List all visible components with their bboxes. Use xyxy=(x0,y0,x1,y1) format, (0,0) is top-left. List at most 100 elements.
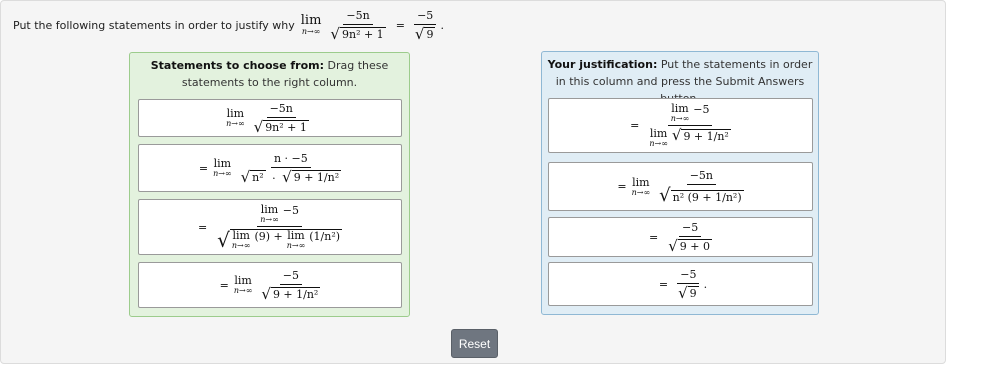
lim-subscript: n→∞ xyxy=(213,169,232,178)
sqrt: √ n² xyxy=(240,167,266,186)
sqrt: √ n² (9 + 1/n²) xyxy=(659,184,744,206)
fraction-numerator: −5 xyxy=(414,9,437,25)
equals-sign: = xyxy=(649,230,659,244)
statements-source-column[interactable]: Statements to choose from: Drag these st… xyxy=(129,52,410,317)
lim-subscript: n→∞ xyxy=(670,114,690,123)
fraction-numerator: −5n xyxy=(686,169,717,185)
lim-word: lim xyxy=(213,157,232,170)
card-fraction: −5n √ 9n² + 1 xyxy=(251,102,312,135)
radical-icon: √ xyxy=(330,24,340,43)
fraction-numerator: n · −5 xyxy=(270,152,311,168)
sqrt: √ 9 xyxy=(678,285,699,301)
fraction-denominator: √ n² · √ 9 + 1/n² xyxy=(238,168,345,185)
fraction-denominator: √ lim n→∞ (9) + lim n→∞ (1/n²) xyxy=(214,227,345,250)
sqrt: √ 9 + 0 xyxy=(668,236,712,255)
period: . xyxy=(703,277,708,291)
radical-icon: √ xyxy=(668,236,678,255)
sqrt: √ 9 + 1/n² xyxy=(282,169,342,185)
radicand: 9 + 1/n² xyxy=(681,128,731,143)
radicand: 9 + 1/n² xyxy=(270,287,321,302)
statement-card[interactable]: = lim n→∞ −5 lim n→∞ √ 9 + 1/n² xyxy=(548,98,813,153)
heading-bold: Your justification: xyxy=(547,58,658,71)
lim-subscript: n→∞ xyxy=(286,241,306,250)
sqrt: √ 9 + 1/n² xyxy=(672,128,731,143)
card-limit: lim n→∞ xyxy=(632,177,651,197)
fraction-numerator: lim n→∞ −5 xyxy=(257,204,302,227)
card-fraction: n · −5 √ n² · √ 9 + 1/n² xyxy=(238,152,345,185)
statement-card[interactable]: = lim n→∞ −5 √ 9 + 1/n² xyxy=(138,262,402,308)
equals-sign: = xyxy=(658,277,669,291)
heading-bold: Statements to choose from: xyxy=(150,59,325,72)
fraction-numerator: −5n xyxy=(343,9,373,25)
fraction-numerator: −5 xyxy=(677,268,700,284)
radical-icon: √ xyxy=(261,284,271,303)
statement-card[interactable]: = lim n→∞ −5 √ lim n→∞ (9) + lim n→∞ (1/n²) xyxy=(138,199,402,255)
radical-icon: √ xyxy=(414,24,425,43)
card-fraction: −5 √ 9 xyxy=(675,268,702,301)
statement-card[interactable]: = −5 √ 9 + 0 xyxy=(548,217,813,257)
card-fraction: −5 √ 9 + 0 xyxy=(665,221,715,254)
radicand: lim n→∞ (9) + lim n→∞ (1/n²) xyxy=(229,229,343,250)
statement-card[interactable]: = lim n→∞ n · −5 √ n² · √ 9 + 1/n² xyxy=(138,144,402,192)
fraction-denominator: √ n² (9 + 1/n²) xyxy=(656,185,746,205)
fraction-denominator: √ 9n² + 1 xyxy=(251,118,312,135)
statement-card[interactable]: lim n→∞ −5n √ 9n² + 1 xyxy=(138,99,402,137)
statement-card[interactable]: = −5 √ 9 . xyxy=(548,262,813,306)
fraction-denominator: √ 9 + 1/n² xyxy=(258,285,323,302)
radicand: n² xyxy=(250,170,266,185)
term-value: (9) + xyxy=(254,230,283,243)
sqrt: √ 9n² + 1 xyxy=(330,24,386,43)
prompt-limit: lim n→∞ xyxy=(301,14,322,36)
problem-panel: Put the following statements in order to… xyxy=(0,0,946,364)
lim-word: lim xyxy=(632,175,650,189)
problem-prompt: Put the following statements in order to… xyxy=(13,7,444,43)
lim-word: lim xyxy=(260,203,279,216)
prompt-math: lim n→∞ −5n √ 9n² + 1 = −5 √ 9 . xyxy=(301,9,444,42)
reset-button[interactable]: Reset xyxy=(451,329,498,358)
fraction-numerator: lim n→∞ −5 xyxy=(667,103,713,126)
card-limit: lim n→∞ xyxy=(213,158,232,178)
lim-word: lim xyxy=(649,127,668,140)
equals-sign: = xyxy=(617,180,627,193)
lim-word: lim xyxy=(300,13,322,28)
prompt-fraction: −5n √ 9n² + 1 xyxy=(327,9,388,42)
prompt-rhs-fraction: −5 √ 9 xyxy=(412,9,439,42)
dot-operator: · xyxy=(272,171,276,185)
radicand: 9 xyxy=(687,286,699,301)
sqrt: √ 9n² + 1 xyxy=(254,119,309,135)
fraction-numerator: −5 xyxy=(679,221,702,237)
radical-icon: √ xyxy=(240,167,251,186)
sqrt: √ 9 + 1/n² xyxy=(261,284,321,303)
fraction-numerator: −5 xyxy=(279,269,302,285)
fraction-denominator: √ 9 xyxy=(675,284,702,301)
card-fraction: −5n √ n² (9 + 1/n²) xyxy=(656,169,746,205)
lim-subscript: n→∞ xyxy=(226,119,245,128)
radical-icon: √ xyxy=(659,184,671,206)
period: . xyxy=(440,18,444,32)
radicand: n² (9 + 1/n²) xyxy=(670,190,744,205)
card-limit: lim n→∞ xyxy=(234,275,253,295)
lim-subscript: n→∞ xyxy=(649,139,668,148)
equals-sign: = xyxy=(198,161,209,175)
radical-icon: √ xyxy=(217,228,230,252)
card-limit: lim n→∞ xyxy=(260,204,279,224)
fraction-denominator: √ 9n² + 1 xyxy=(327,25,388,42)
justification-column[interactable]: Your justification: Put the statements i… xyxy=(541,51,819,315)
lim-word: lim xyxy=(234,274,252,287)
equals-sign: = xyxy=(219,278,229,292)
lim-subscript: n→∞ xyxy=(233,286,253,295)
card-limit: lim n→∞ xyxy=(226,108,245,128)
fraction-denominator: √ 9 xyxy=(412,25,439,42)
equals-sign: = xyxy=(197,220,208,234)
radicand: 9n² + 1 xyxy=(339,27,386,42)
card-limit: lim n→∞ xyxy=(649,128,668,148)
statement-card[interactable]: = lim n→∞ −5n √ n² (9 + 1/n²) xyxy=(548,162,813,211)
numerator-value: −5 xyxy=(282,204,299,217)
radicand: 9 + 1/n² xyxy=(291,170,342,185)
lim-subscript: n→∞ xyxy=(631,187,651,197)
lim-word: lim xyxy=(232,229,250,242)
radicand: 9n² + 1 xyxy=(263,120,309,135)
term-value: (1/n²) xyxy=(309,230,341,243)
sqrt: √ lim n→∞ (9) + lim n→∞ (1/n²) xyxy=(217,228,343,252)
card-limit: lim n→∞ xyxy=(671,103,690,123)
